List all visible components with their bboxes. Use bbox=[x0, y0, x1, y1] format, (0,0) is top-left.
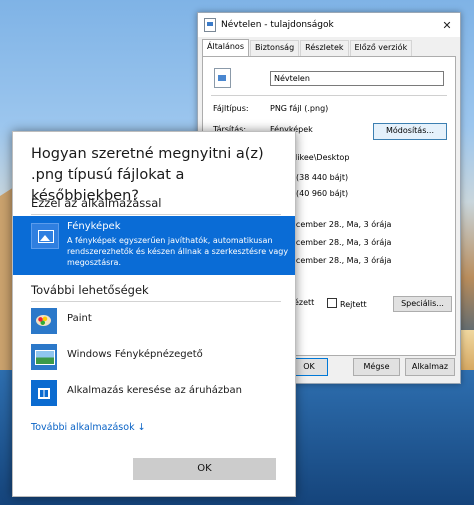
app-option-store[interactable]: Alkalmazás keresése az áruházban bbox=[31, 380, 286, 410]
more-apps-link[interactable]: További alkalmazások ↓ bbox=[31, 422, 146, 433]
file-type-value: PNG fájl (.png) bbox=[270, 104, 329, 113]
file-name-field[interactable]: Névtelen bbox=[270, 71, 444, 86]
hidden-label: Rejtett bbox=[340, 300, 367, 309]
file-icon bbox=[204, 18, 216, 32]
divider bbox=[211, 95, 447, 96]
properties-titlebar[interactable]: Névtelen - tulajdonságok ✕ bbox=[198, 13, 460, 37]
size-value: (38 440 bájt) bbox=[296, 173, 349, 182]
tab-previous-versions[interactable]: Előző verziók bbox=[349, 40, 413, 56]
change-button[interactable]: Módosítás... bbox=[373, 123, 447, 140]
accessed-value: ecember 28., Ma, 3 órája bbox=[291, 256, 392, 265]
tab-details[interactable]: Részletek bbox=[300, 40, 349, 56]
properties-tabs: Általános Biztonság Részletek Előző verz… bbox=[198, 37, 460, 59]
store-icon bbox=[31, 380, 57, 406]
divider bbox=[31, 214, 281, 215]
app-option-paint[interactable]: Paint bbox=[31, 308, 286, 338]
photos-icon bbox=[31, 223, 59, 249]
paint-icon bbox=[31, 308, 57, 334]
app-option-label: Windows Fényképnézegető bbox=[67, 349, 203, 360]
readonly-label: ézett bbox=[294, 298, 315, 307]
selected-app-photos[interactable]: Fényképek A fényképek egyszerűen javítha… bbox=[13, 216, 295, 275]
tab-security[interactable]: Biztonság bbox=[250, 40, 300, 56]
created-value: ecember 28., Ma, 3 órája bbox=[291, 220, 392, 229]
open-with-dialog: Hogyan szeretné megnyitni a(z) .png típu… bbox=[12, 131, 296, 497]
modified-value: ecember 28., Ma, 3 órája bbox=[291, 238, 392, 247]
window-title: Névtelen - tulajdonságok bbox=[221, 20, 334, 30]
selected-app-description: A fényképek egyszerűen javíthatók, autom… bbox=[67, 236, 289, 267]
keep-using-heading: Ezzel az alkalmazással bbox=[31, 196, 162, 210]
divider bbox=[31, 301, 281, 302]
advanced-button[interactable]: Speciális... bbox=[393, 296, 452, 312]
file-type-label: Fájltípus: bbox=[213, 104, 249, 113]
checkbox-box[interactable] bbox=[327, 298, 337, 308]
properties-cancel-button[interactable]: Mégse bbox=[353, 358, 400, 376]
hidden-checkbox[interactable]: Rejtett bbox=[327, 298, 367, 309]
photo-viewer-icon bbox=[31, 344, 57, 370]
more-options-heading: További lehetőségek bbox=[31, 283, 149, 297]
png-file-icon bbox=[214, 68, 231, 88]
size-on-disk-value: (40 960 bájt) bbox=[296, 189, 349, 198]
readonly-checkbox[interactable]: ézett bbox=[294, 298, 314, 307]
close-icon[interactable]: ✕ bbox=[434, 19, 460, 32]
app-option-label: Alkalmazás keresése az áruházban bbox=[67, 385, 242, 396]
app-option-photo-viewer[interactable]: Windows Fényképnézegető bbox=[31, 344, 286, 374]
dialog-ok-button[interactable]: OK bbox=[133, 458, 276, 480]
selected-app-name: Fényképek bbox=[67, 221, 121, 232]
properties-apply-button[interactable]: Alkalmaz bbox=[405, 358, 455, 376]
app-option-label: Paint bbox=[67, 313, 92, 324]
